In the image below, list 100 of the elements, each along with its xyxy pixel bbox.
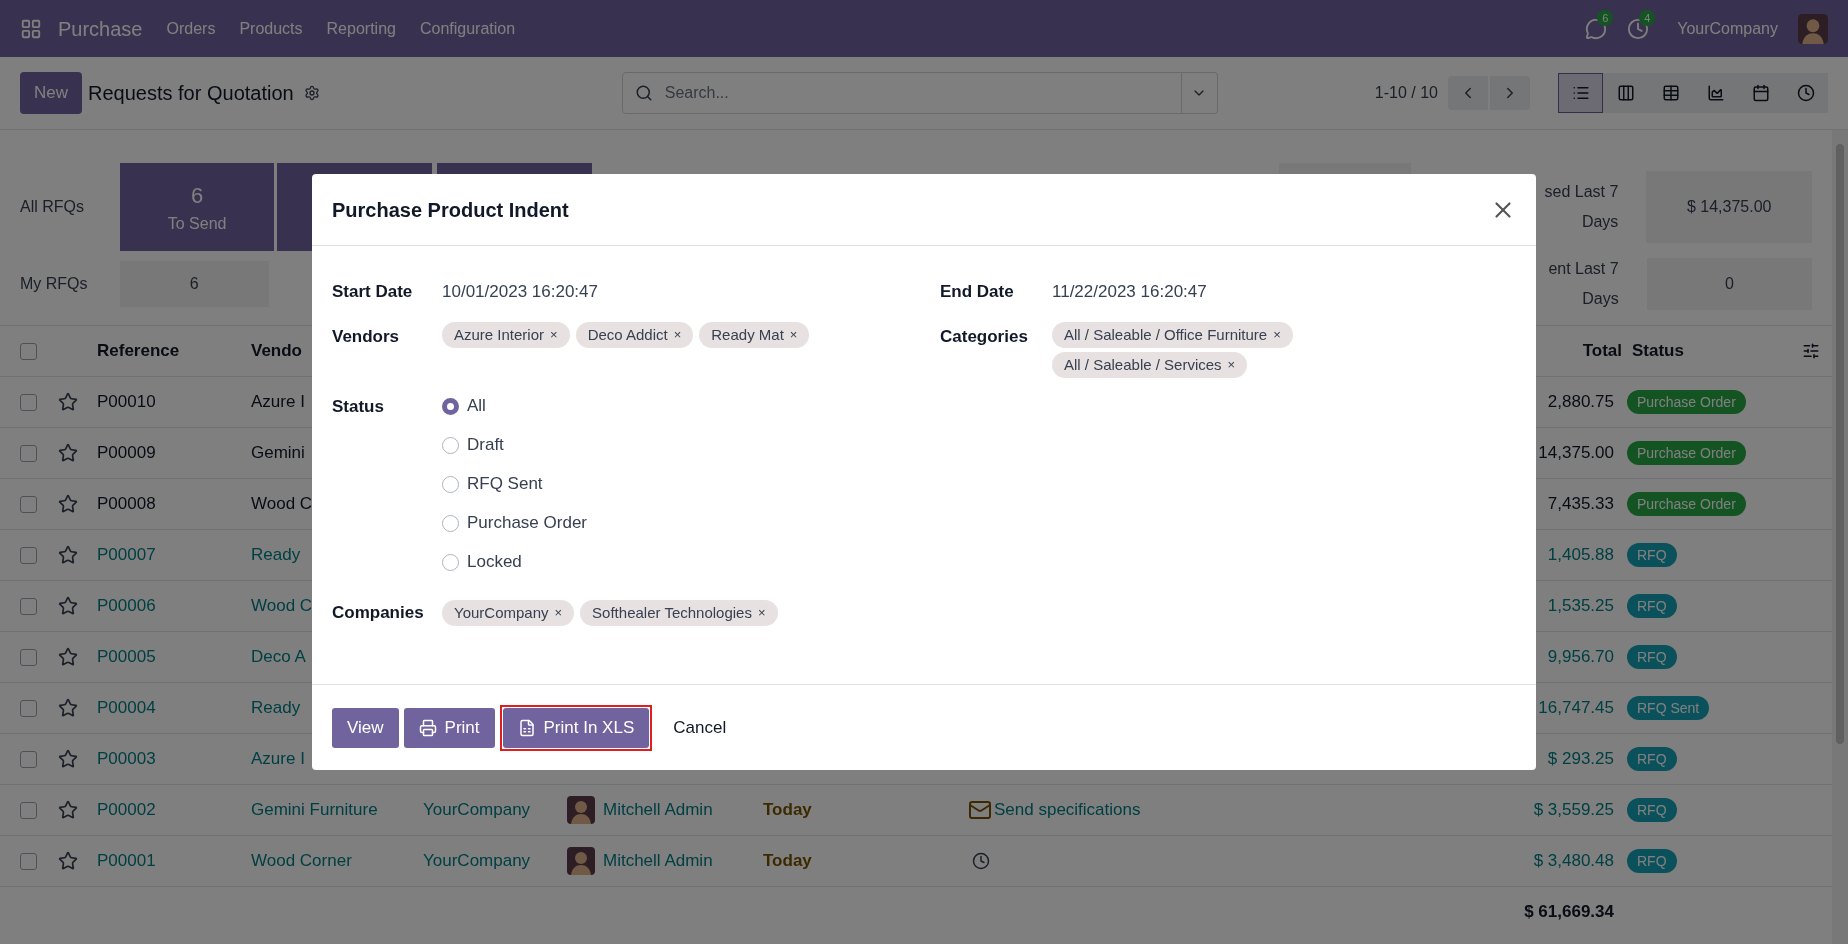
remove-tag-button[interactable]: ×: [554, 603, 563, 623]
column-header[interactable]: Vendo: [251, 338, 311, 364]
star-icon[interactable]: [58, 749, 78, 769]
row-checkbox[interactable]: [20, 852, 37, 870]
remove-tag-button[interactable]: ×: [673, 325, 682, 345]
row-checkbox[interactable]: [20, 699, 37, 717]
star-icon[interactable]: [58, 443, 78, 463]
radio-button[interactable]: [442, 514, 459, 532]
remove-tag-button[interactable]: ×: [757, 603, 766, 623]
select-all-checkbox[interactable]: [20, 342, 37, 360]
tag: Ready Mat ×: [699, 322, 810, 348]
total-cell-text: 2,880.75: [1547, 391, 1614, 414]
row-checkbox[interactable]: [20, 393, 37, 411]
tag: YourCompany ×: [442, 600, 575, 626]
deadline-cell-text: Today: [763, 799, 813, 822]
reference-cell-text: P00010: [97, 391, 157, 414]
vendor-cell: Wood C: [251, 596, 313, 616]
column-settings-icon[interactable]: [1802, 342, 1820, 360]
radio-label[interactable]: All: [467, 393, 486, 419]
status-badge: RFQ: [1627, 543, 1677, 568]
star-icon[interactable]: [58, 545, 78, 565]
stat-tile[interactable]: 6: [119, 261, 269, 307]
app-grid-icon[interactable]: [20, 17, 42, 40]
settings-icon[interactable]: [303, 85, 320, 101]
scrollbar[interactable]: [1832, 130, 1848, 944]
row-checkbox[interactable]: [20, 750, 37, 768]
field-label: Categories: [940, 326, 1029, 348]
search-field[interactable]: Search...: [621, 72, 1182, 114]
star-icon[interactable]: [58, 698, 78, 718]
dialog-title: Purchase Product Indent: [332, 197, 569, 223]
total-cell-text: $ 3,559.25: [1533, 799, 1614, 822]
row-checkbox[interactable]: [20, 546, 37, 564]
view-switch-button[interactable]: [1558, 73, 1603, 113]
remove-tag-button[interactable]: ×: [550, 325, 558, 345]
new-button[interactable]: New: [20, 72, 82, 114]
field-label: Status: [332, 396, 385, 418]
avatar-icon: [567, 796, 595, 824]
status-badge: Purchase Order: [1627, 390, 1746, 415]
envelope-icon[interactable]: [968, 798, 992, 822]
radio-button[interactable]: [442, 553, 459, 571]
radio-label[interactable]: Locked: [467, 549, 522, 575]
row-checkbox[interactable]: [20, 801, 37, 819]
row-checkbox[interactable]: [20, 495, 37, 513]
star-icon[interactable]: [58, 647, 78, 667]
total-cell-text: 7,435.33: [1547, 493, 1614, 516]
remove-tag-button[interactable]: ×: [1273, 325, 1281, 345]
radio-label[interactable]: Draft: [467, 432, 504, 458]
stat-label: sed Last 7 Days: [1543, 182, 1619, 232]
remove-tag-button[interactable]: ×: [789, 325, 798, 345]
activity-link[interactable]: Send specifications: [994, 797, 1141, 823]
stat-value: 6: [191, 181, 204, 210]
chart-view-icon: [1706, 84, 1725, 102]
tag: Deco Addict ×: [575, 322, 694, 348]
menu-item[interactable]: Configuration: [407, 16, 528, 41]
tag: All / Saleable / Services ×: [1052, 352, 1248, 378]
stat-tile[interactable]: 6 To Send: [119, 163, 275, 251]
count-badge: 4: [1639, 9, 1656, 26]
search-icon: [634, 84, 653, 102]
calendar-icon: [1751, 84, 1770, 102]
row-checkbox[interactable]: [20, 444, 37, 462]
reference-cell-text: P00009: [97, 442, 157, 465]
search-input[interactable]: Search...: [664, 81, 1169, 105]
total-cell-text: 1,535.25: [1547, 595, 1614, 618]
status-badge: Purchase Order: [1627, 492, 1746, 517]
status-badge: RFQ: [1627, 798, 1677, 823]
cancel-button[interactable]: Cancel: [667, 707, 733, 748]
start-date-field[interactable]: 10/01/2023 16:20:47: [442, 279, 598, 305]
column-header[interactable]: Total: [1582, 338, 1622, 364]
remove-tag-button[interactable]: ×: [1227, 355, 1236, 375]
field-label: Vendors: [332, 326, 401, 348]
row-checkbox[interactable]: [20, 648, 37, 666]
menu-item[interactable]: Orders: [154, 16, 228, 41]
tag: All / Saleable / Office Furniture ×: [1052, 322, 1293, 348]
star-icon[interactable]: [58, 800, 78, 820]
star-icon[interactable]: [58, 596, 78, 616]
total-cell-text: 9,956.70: [1547, 646, 1614, 669]
company-name[interactable]: YourCompany: [1677, 16, 1778, 41]
menu-item[interactable]: Reporting: [314, 16, 408, 41]
radio-label[interactable]: Purchase Order: [467, 510, 587, 536]
star-icon[interactable]: [58, 392, 78, 412]
radio-button[interactable]: [442, 436, 459, 454]
vendor-cell: Azure I: [251, 392, 305, 412]
radio-button[interactable]: [442, 475, 459, 493]
star-icon[interactable]: [58, 851, 78, 871]
end-date-field[interactable]: 11/22/2023 16:20:47: [1052, 279, 1207, 305]
radio-button[interactable]: [442, 397, 459, 415]
radio-label[interactable]: RFQ Sent: [467, 471, 543, 497]
star-icon[interactable]: [58, 494, 78, 514]
table-view-icon: [1661, 84, 1680, 102]
app-name[interactable]: Purchase: [58, 13, 143, 44]
status-badge: RFQ: [1627, 747, 1677, 772]
menu-item[interactable]: Products: [227, 16, 315, 41]
status-badge: RFQ: [1627, 594, 1677, 619]
clock-icon[interactable]: [972, 852, 990, 870]
print-button[interactable]: Print: [403, 707, 495, 748]
row-checkbox[interactable]: [20, 597, 37, 615]
view-button[interactable]: View: [332, 707, 399, 748]
column-header[interactable]: Reference: [97, 338, 251, 364]
export-button[interactable]: Print In XLS: [502, 707, 650, 748]
column-header[interactable]: Status: [1632, 338, 1802, 364]
